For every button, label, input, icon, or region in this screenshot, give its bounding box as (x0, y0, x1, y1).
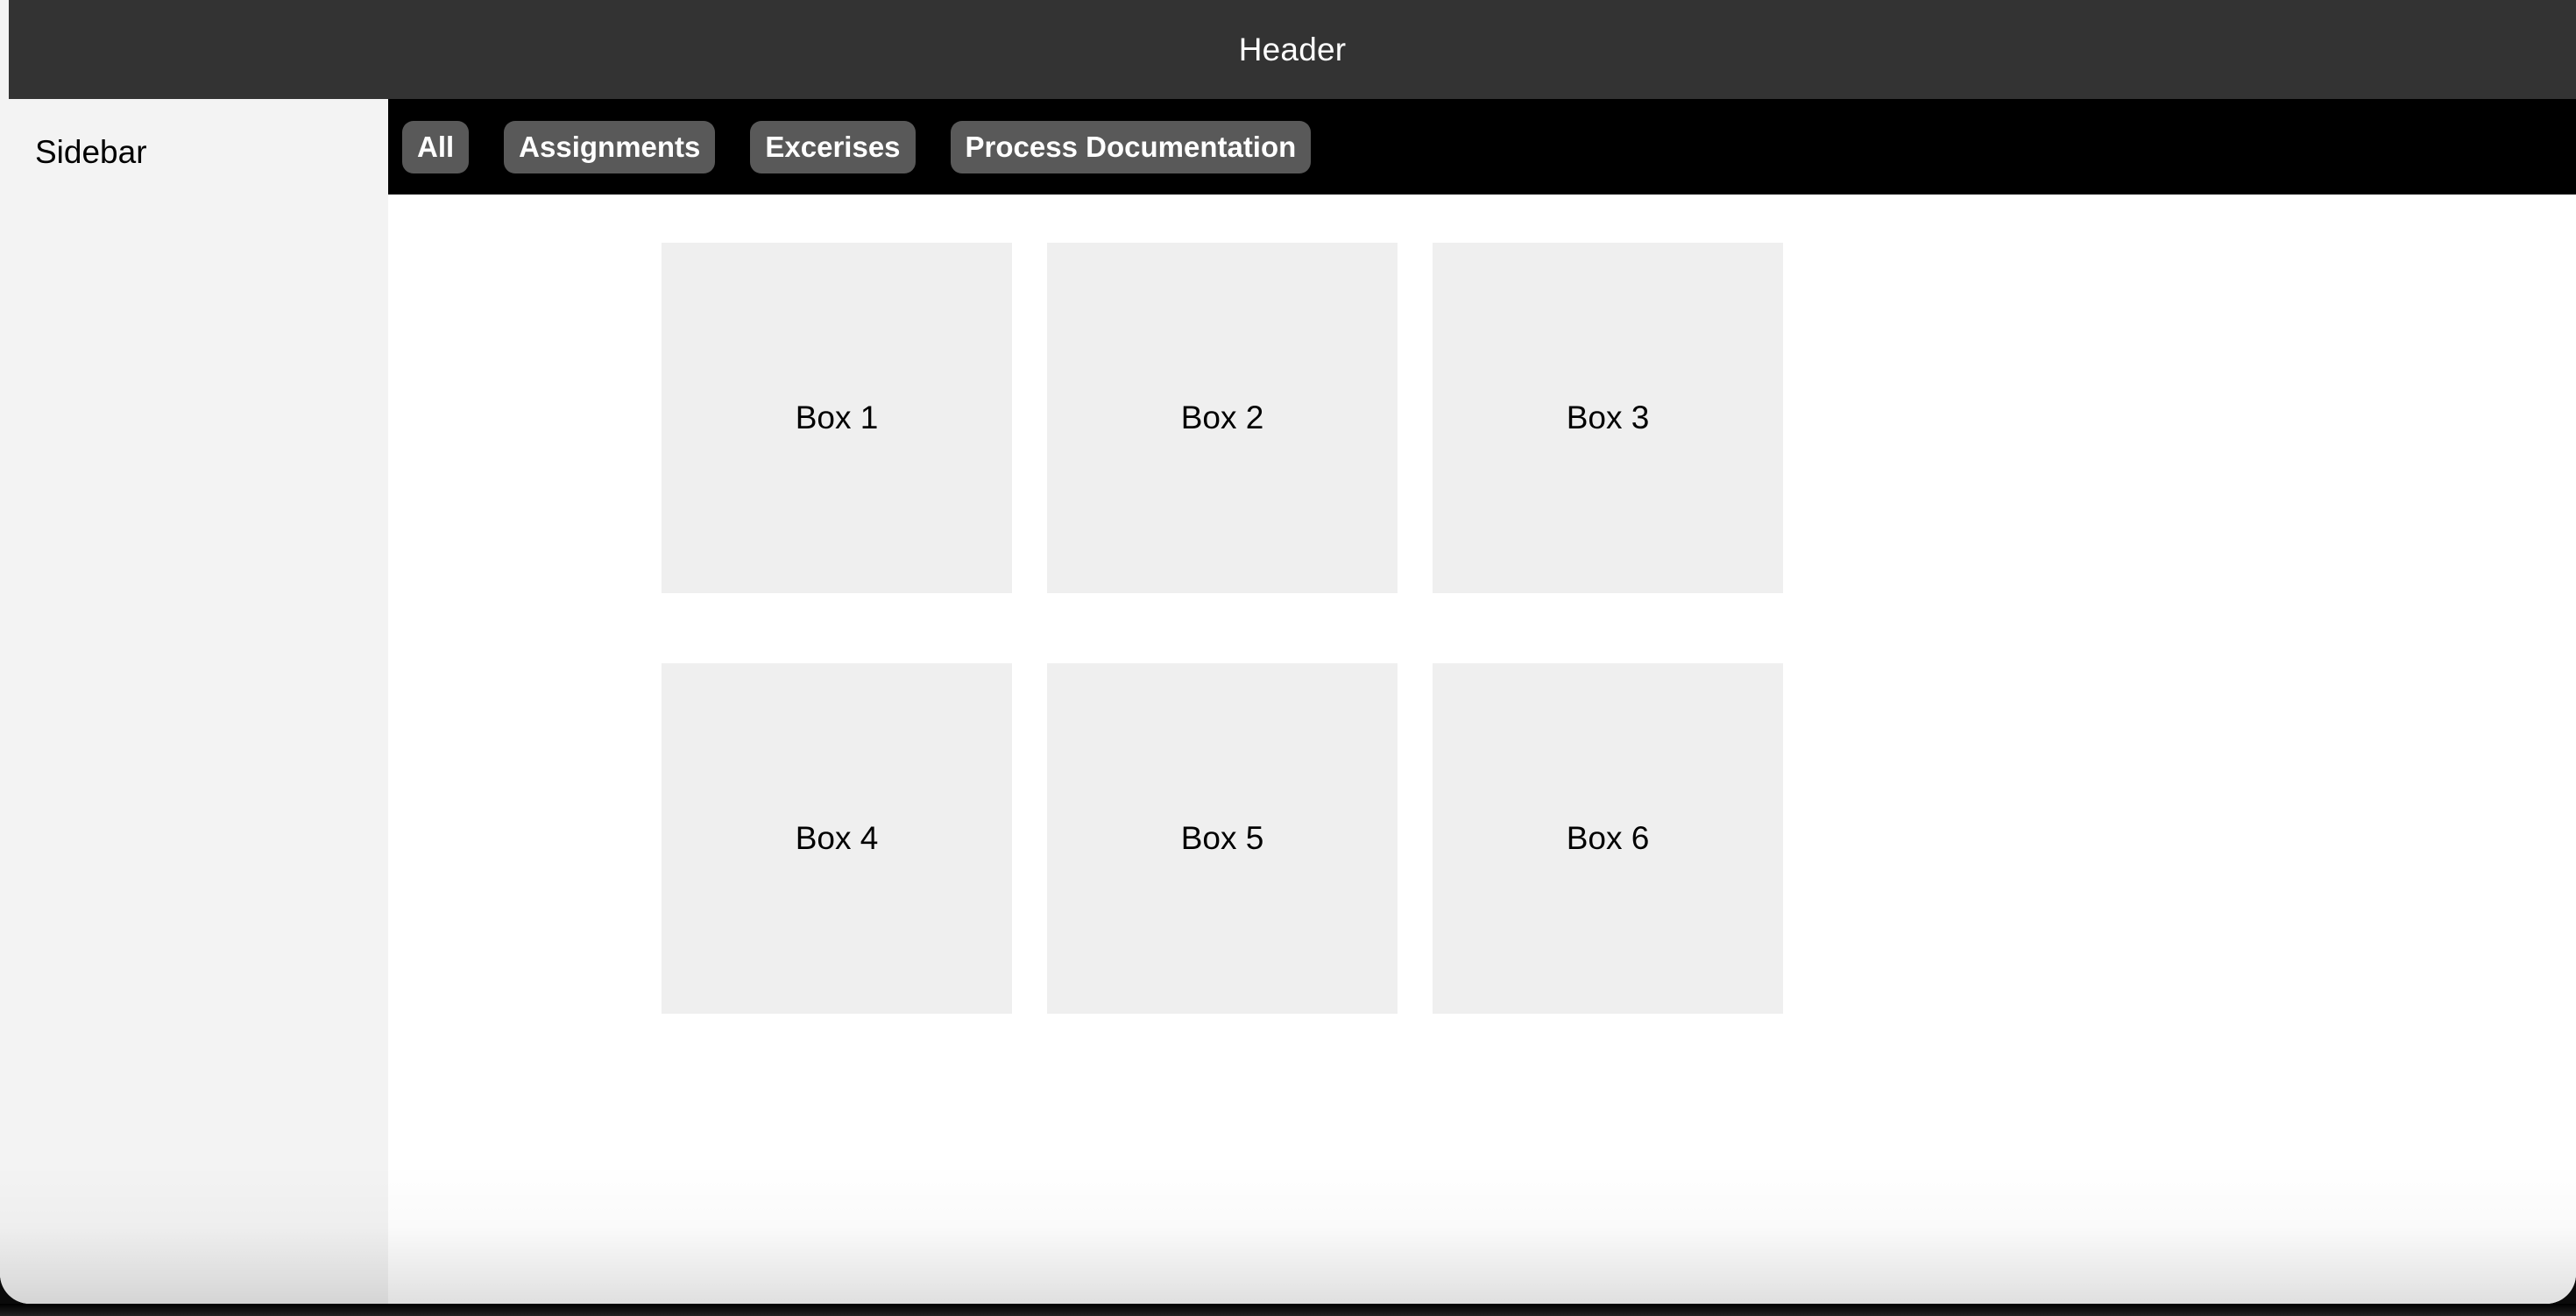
tab-excerises-label: Excerises (765, 130, 901, 163)
tab-all[interactable]: All (402, 120, 470, 173)
content-box-2-label: Box 2 (1180, 400, 1264, 435)
tab-excerises[interactable]: Excerises (750, 120, 916, 173)
tab-bar: All Assignments Excerises Process Docume… (388, 99, 2576, 195)
content-box-3[interactable]: Box 3 (1433, 243, 1783, 593)
content-box-1[interactable]: Box 1 (662, 243, 1012, 593)
tab-all-label: All (417, 130, 455, 163)
main-content: Box 1 Box 2 Box 3 Box 4 Box 5 Box 6 (388, 195, 2576, 1304)
sidebar: Sidebar (9, 99, 388, 1304)
viewport-left-edge (0, 0, 9, 1304)
app-header: Header (9, 0, 2576, 99)
tab-process-documentation[interactable]: Process Documentation (950, 120, 1312, 173)
device-frame: Header Sidebar All Assignments Excerises… (0, 0, 2576, 1316)
sidebar-title: Sidebar (35, 134, 147, 170)
content-box-6-label: Box 6 (1566, 820, 1650, 856)
browser-viewport: Header Sidebar All Assignments Excerises… (0, 0, 2576, 1304)
box-row: Box 1 Box 2 Box 3 (662, 243, 1784, 593)
content-box-3-label: Box 3 (1566, 400, 1650, 435)
content-box-5[interactable]: Box 5 (1047, 663, 1398, 1014)
box-row: Box 4 Box 5 Box 6 (662, 663, 1784, 1014)
device-bottom-bezel (0, 1304, 2576, 1316)
content-box-2[interactable]: Box 2 (1047, 243, 1398, 593)
page-title: Header (1238, 32, 1347, 67)
content-box-6[interactable]: Box 6 (1433, 663, 1783, 1014)
tab-assignments[interactable]: Assignments (504, 120, 716, 173)
content-box-4-label: Box 4 (795, 820, 879, 856)
content-box-1-label: Box 1 (795, 400, 879, 435)
tab-assignments-label: Assignments (519, 130, 701, 163)
content-box-4[interactable]: Box 4 (662, 663, 1012, 1014)
box-grid: Box 1 Box 2 Box 3 Box 4 Box 5 Box 6 (662, 243, 1784, 1014)
tab-process-documentation-label: Process Documentation (965, 130, 1297, 163)
content-box-5-label: Box 5 (1180, 820, 1264, 856)
